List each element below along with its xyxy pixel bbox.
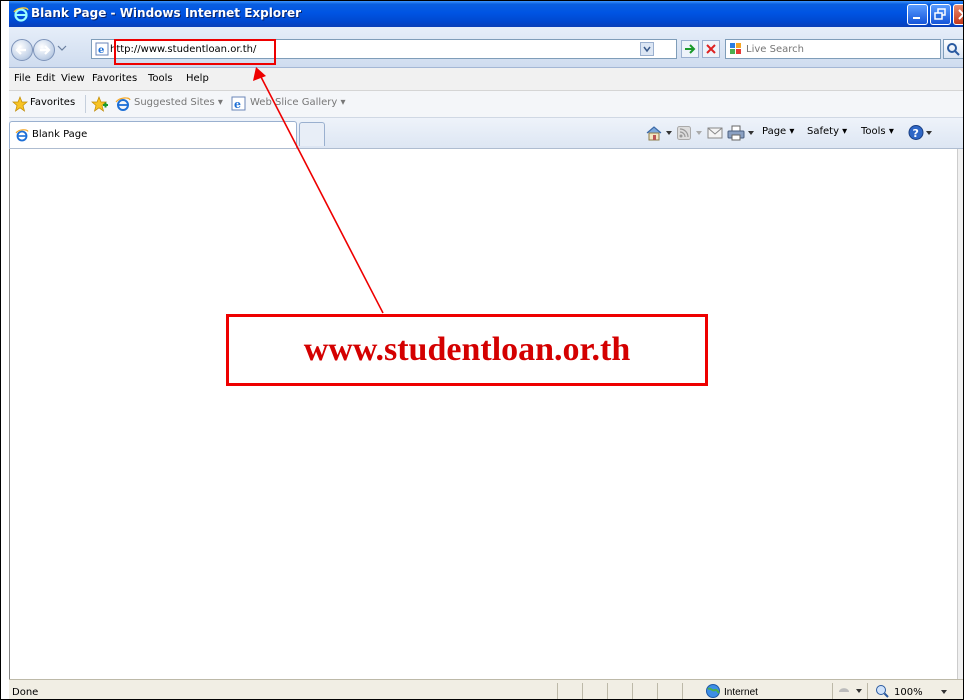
magnifier-icon — [947, 43, 960, 56]
chevron-down-icon[interactable] — [747, 130, 755, 136]
ie-logo-icon — [15, 129, 29, 142]
recent-pages-dropdown-icon[interactable] — [57, 43, 67, 53]
minimize-icon — [913, 17, 920, 19]
mail-icon[interactable] — [707, 126, 723, 140]
url-callout-text: www.studentloan.or.th — [303, 331, 631, 368]
back-arrow-icon — [15, 45, 26, 55]
print-icon[interactable] — [727, 125, 745, 141]
menu-view[interactable]: View — [61, 73, 85, 84]
tab-label: Blank Page — [32, 129, 88, 140]
ie-logo-icon — [13, 7, 29, 22]
url-highlight-box — [114, 39, 276, 65]
suggested-sites-button[interactable]: Suggested Sites ▾ — [134, 97, 223, 108]
menu-tools[interactable]: Tools — [148, 73, 173, 84]
menu-help[interactable]: Help — [186, 73, 209, 84]
url-callout-box: www.studentloan.or.th — [226, 314, 708, 386]
restore-icon — [934, 8, 946, 20]
status-text: Done — [12, 687, 39, 698]
go-button[interactable] — [681, 40, 699, 58]
search-button[interactable] — [943, 39, 963, 59]
chevron-down-icon[interactable] — [940, 689, 948, 695]
status-divider — [867, 683, 868, 699]
ie-logo-icon — [115, 97, 131, 111]
status-divider — [607, 683, 608, 699]
tab-blank-page[interactable]: Blank Page — [9, 121, 297, 148]
ie-window: Blank Page - Windows Internet Explorer e… — [9, 1, 963, 699]
tab-bar: Blank Page Page ▾ Safety ▾ Tools ▾ ? — [9, 118, 963, 149]
svg-text:e: e — [98, 45, 104, 56]
home-icon[interactable] — [645, 125, 663, 141]
status-divider — [832, 683, 833, 699]
title-bar[interactable]: Blank Page - Windows Internet Explorer — [9, 1, 963, 27]
forward-button[interactable] — [33, 39, 55, 61]
screenshot-frame: Blank Page - Windows Internet Explorer e… — [0, 0, 964, 700]
svg-text:?: ? — [913, 127, 919, 140]
close-icon — [958, 9, 963, 20]
favorites-button[interactable]: Favorites — [30, 97, 75, 108]
chevron-down-icon — [643, 46, 651, 53]
status-bar: Done Internet 100% — [9, 679, 963, 699]
vertical-scrollbar[interactable] — [957, 149, 963, 679]
zoom-level[interactable]: 100% — [894, 687, 923, 698]
back-button[interactable] — [11, 39, 33, 61]
zoom-icon[interactable] — [875, 684, 891, 698]
minimize-button[interactable] — [907, 4, 928, 25]
menu-bar: File Edit View Favorites Tools Help — [9, 68, 963, 91]
globe-icon — [706, 684, 720, 698]
status-divider — [632, 683, 633, 699]
stop-button[interactable] — [702, 40, 720, 58]
live-search-icon — [730, 43, 741, 54]
window-title: Blank Page - Windows Internet Explorer — [31, 6, 302, 20]
security-zone-label[interactable]: Internet — [724, 687, 758, 698]
status-divider — [582, 683, 583, 699]
help-icon[interactable]: ? — [908, 124, 934, 141]
search-input[interactable] — [746, 41, 926, 57]
favorites-bar: Favorites Suggested Sites ▾ e Web Slice … — [9, 91, 963, 118]
restore-button[interactable] — [930, 4, 951, 25]
web-slice-icon: e — [231, 96, 246, 111]
safety-menu-button[interactable]: Safety ▾ — [807, 126, 847, 137]
status-divider — [682, 683, 683, 699]
search-box[interactable] — [725, 39, 941, 59]
status-divider — [557, 683, 558, 699]
protected-mode-icon[interactable] — [837, 684, 865, 698]
close-button[interactable] — [953, 4, 963, 25]
chevron-down-icon[interactable] — [665, 130, 673, 136]
add-favorite-icon[interactable] — [91, 96, 108, 112]
forward-arrow-icon — [40, 45, 51, 55]
status-divider — [657, 683, 658, 699]
menu-edit[interactable]: Edit — [36, 73, 55, 84]
menu-favorites[interactable]: Favorites — [92, 73, 137, 84]
tools-menu-button[interactable]: Tools ▾ — [861, 126, 894, 137]
menu-file[interactable]: File — [14, 73, 31, 84]
web-slice-gallery-button[interactable]: Web Slice Gallery ▾ — [250, 97, 346, 108]
chevron-down-icon[interactable] — [695, 130, 703, 136]
toolbar-divider — [85, 95, 86, 113]
new-tab-button[interactable] — [299, 122, 325, 146]
page-content[interactable]: www.studentloan.or.th — [9, 149, 957, 679]
ie-page-icon: e — [95, 42, 109, 56]
address-dropdown-button[interactable] — [640, 42, 654, 56]
rss-feed-icon[interactable] — [677, 126, 691, 140]
favorites-star-icon — [12, 96, 28, 112]
svg-text:e: e — [234, 98, 241, 111]
page-menu-button[interactable]: Page ▾ — [762, 126, 794, 137]
